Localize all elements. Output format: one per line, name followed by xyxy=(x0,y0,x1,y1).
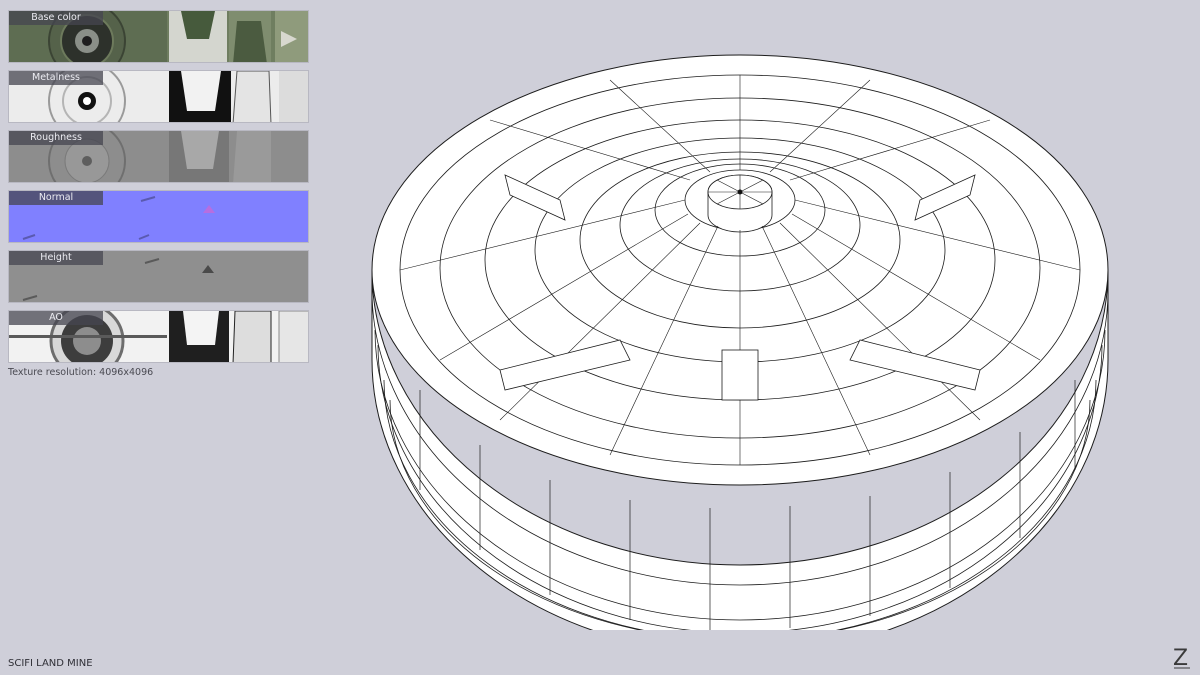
texture-panel: Base color Metalness Roughness Normal He… xyxy=(8,10,309,370)
texture-ao: AO xyxy=(8,310,309,363)
brand-logo-icon: Z xyxy=(1173,646,1190,671)
3d-viewport[interactable] xyxy=(360,30,1120,630)
land-mine-wireframe xyxy=(371,54,1109,630)
texture-resolution-text: Texture resolution: 4096x4096 xyxy=(8,367,154,378)
texture-label-height: Height xyxy=(9,251,103,265)
texture-height: Height xyxy=(8,250,309,303)
svg-text:Z: Z xyxy=(1173,646,1188,671)
texture-label-normal: Normal xyxy=(9,191,103,205)
texture-base-color: Base color xyxy=(8,10,309,63)
texture-roughness: Roughness xyxy=(8,130,309,183)
texture-normal: Normal xyxy=(8,190,309,243)
texture-label-metalness: Metalness xyxy=(9,71,103,85)
texture-label-base-color: Base color xyxy=(9,11,103,25)
texture-metalness: Metalness xyxy=(8,70,309,123)
texture-label-roughness: Roughness xyxy=(9,131,103,145)
model-title: SCIFI LAND MINE xyxy=(8,658,93,669)
texture-label-ao: AO xyxy=(9,311,103,325)
